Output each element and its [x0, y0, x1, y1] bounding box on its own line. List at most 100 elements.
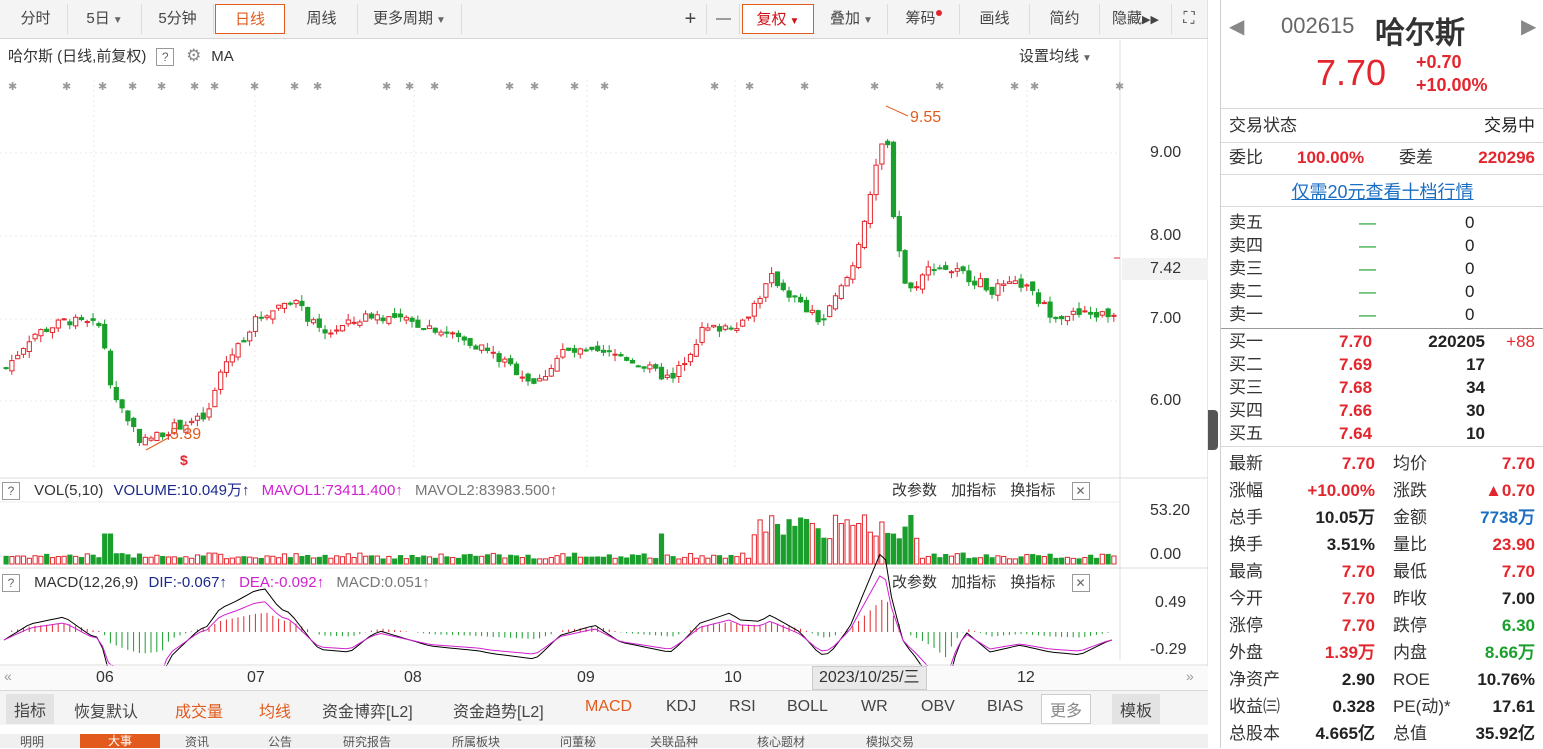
bottom-tab[interactable]: 研究报告 [343, 736, 391, 748]
event-marker-icon[interactable]: ✱ [98, 80, 107, 93]
candle-body [629, 359, 636, 364]
quote-panel: ◀ 002615 哈尔斯 ▶ 7.70 +0.70 +10.00% 交易状态 交… [1220, 0, 1543, 748]
volume-bar [1064, 556, 1071, 565]
event-marker-icon[interactable]: ✱ [570, 80, 579, 93]
candle-body [774, 271, 781, 287]
candle-body [357, 321, 363, 326]
mavol2-value: MAVOL2:83983.500 [415, 482, 550, 499]
bottom-tab[interactable]: 关联品种 [650, 736, 698, 748]
volume-bar [131, 557, 137, 565]
volume-bar [896, 538, 902, 565]
candle-body [55, 319, 61, 329]
bottom-tab[interactable]: 核心题材 [757, 736, 805, 748]
bid-label: 买五 [1229, 424, 1263, 443]
event-marker-icon[interactable]: ✱ [870, 80, 879, 93]
event-marker-icon[interactable]: ✱ [505, 80, 514, 93]
candle-body [374, 314, 380, 321]
bottom-tab-active[interactable]: 大事 [80, 734, 160, 748]
event-marker-icon[interactable]: ✱ [210, 80, 219, 93]
dividend-marker-icon[interactable]: $ [180, 452, 188, 468]
volume-bar [444, 556, 450, 565]
add-indicator-button[interactable]: 加指标 [951, 574, 996, 591]
template-button[interactable]: 模板 [1112, 694, 1161, 724]
bottom-tab[interactable]: 明明 [20, 736, 44, 748]
volume-bar [502, 557, 508, 565]
next-stock-icon[interactable]: ▶ [1521, 14, 1536, 39]
fund-trend-tab[interactable]: 资金趋势[L2] [453, 698, 544, 722]
event-marker-icon[interactable]: ✱ [1115, 80, 1124, 93]
event-marker-icon[interactable]: ✱ [745, 80, 754, 93]
fund-game-tab[interactable]: 资金博弈[L2] [322, 698, 413, 722]
event-marker-icon[interactable]: ✱ [430, 80, 439, 93]
event-marker-icon[interactable]: ✱ [128, 80, 137, 93]
volume-bar [102, 533, 108, 565]
event-marker-icon[interactable]: ✱ [62, 80, 71, 93]
event-marker-icon[interactable]: ✱ [313, 80, 322, 93]
bottom-tab[interactable]: 模拟交易 [866, 736, 914, 748]
candle-body [606, 350, 612, 353]
collapse-panel-handle[interactable] [1208, 410, 1218, 450]
restore-default-tab[interactable]: 恢复默认 [74, 698, 138, 722]
help-icon[interactable]: ? [2, 574, 20, 592]
candle-body [676, 364, 682, 377]
close-icon[interactable]: ✕ [1071, 574, 1090, 592]
event-marker-icon[interactable]: ✱ [1030, 80, 1039, 93]
swap-indicator-button[interactable]: 换指标 [1010, 482, 1055, 499]
candle-body [38, 329, 44, 337]
level2-promo-link[interactable]: 仅需20元查看十档行情 [1221, 178, 1543, 204]
event-marker-icon[interactable]: ✱ [600, 80, 609, 93]
candle-body [102, 323, 108, 349]
event-marker-icon[interactable]: ✱ [8, 80, 17, 93]
event-marker-icon[interactable]: ✱ [800, 80, 809, 93]
candle-body [728, 327, 734, 330]
volume-tab[interactable]: 成交量 [175, 698, 223, 722]
y-tick-label: 8.00 [1150, 227, 1182, 244]
event-marker-icon[interactable]: ✱ [530, 80, 539, 93]
bias-tab[interactable]: BIAS [987, 698, 1023, 716]
scroll-left-icon[interactable]: « [4, 668, 12, 684]
macd-tab[interactable]: MACD [585, 698, 632, 716]
event-marker-icon[interactable]: ✱ [405, 80, 414, 93]
event-marker-icon[interactable]: ✱ [710, 80, 719, 93]
event-marker-icon[interactable]: ✱ [290, 80, 299, 93]
edit-params-button[interactable]: 改参数 [892, 574, 937, 591]
bottom-tab[interactable]: 公告 [268, 736, 292, 748]
more-button[interactable]: 更多 [1041, 694, 1092, 724]
volume-bar [525, 554, 531, 565]
event-marker-icon[interactable]: ✱ [935, 80, 944, 93]
boll-tab[interactable]: BOLL [787, 698, 828, 716]
close-icon[interactable]: ✕ [1071, 482, 1090, 500]
volume-bar [490, 552, 496, 565]
volume-bar [125, 554, 131, 565]
volume-bar [241, 556, 247, 565]
event-marker-icon[interactable]: ✱ [250, 80, 259, 93]
edit-params-button[interactable]: 改参数 [892, 482, 937, 499]
kdj-tab[interactable]: KDJ [666, 698, 696, 716]
stat-value: 7738万 [1480, 508, 1535, 527]
candle-body [450, 332, 456, 335]
indicator-tab[interactable]: 指标 [6, 694, 55, 724]
swap-indicator-button[interactable]: 换指标 [1010, 574, 1055, 591]
wr-tab[interactable]: WR [861, 698, 888, 716]
rsi-tab[interactable]: RSI [729, 698, 756, 716]
bottom-tab[interactable]: 所属板块 [452, 736, 500, 748]
bottom-tab[interactable]: 资讯 [185, 736, 209, 748]
volume-bar [832, 514, 839, 565]
help-icon[interactable]: ? [2, 482, 20, 500]
ask-label: 卖二 [1229, 282, 1263, 301]
event-marker-icon[interactable]: ✱ [190, 80, 199, 93]
obv-tab[interactable]: OBV [921, 698, 955, 716]
event-marker-icon[interactable]: ✱ [157, 80, 166, 93]
bottom-tab[interactable]: 问董秘 [560, 736, 596, 748]
candle-body [339, 324, 346, 332]
prev-stock-icon[interactable]: ◀ [1229, 14, 1244, 39]
add-indicator-button[interactable]: 加指标 [951, 482, 996, 499]
event-marker-icon[interactable]: ✱ [1010, 80, 1019, 93]
status-label: 交易状态 [1229, 116, 1297, 135]
stat-label: 量比 [1393, 535, 1427, 554]
event-marker-icon[interactable]: ✱ [382, 80, 391, 93]
ma-tab[interactable]: 均线 [259, 698, 291, 722]
scroll-right-icon[interactable]: » [1186, 668, 1194, 684]
y-tick-label: 9.00 [1150, 144, 1182, 161]
candle-body [554, 357, 560, 372]
